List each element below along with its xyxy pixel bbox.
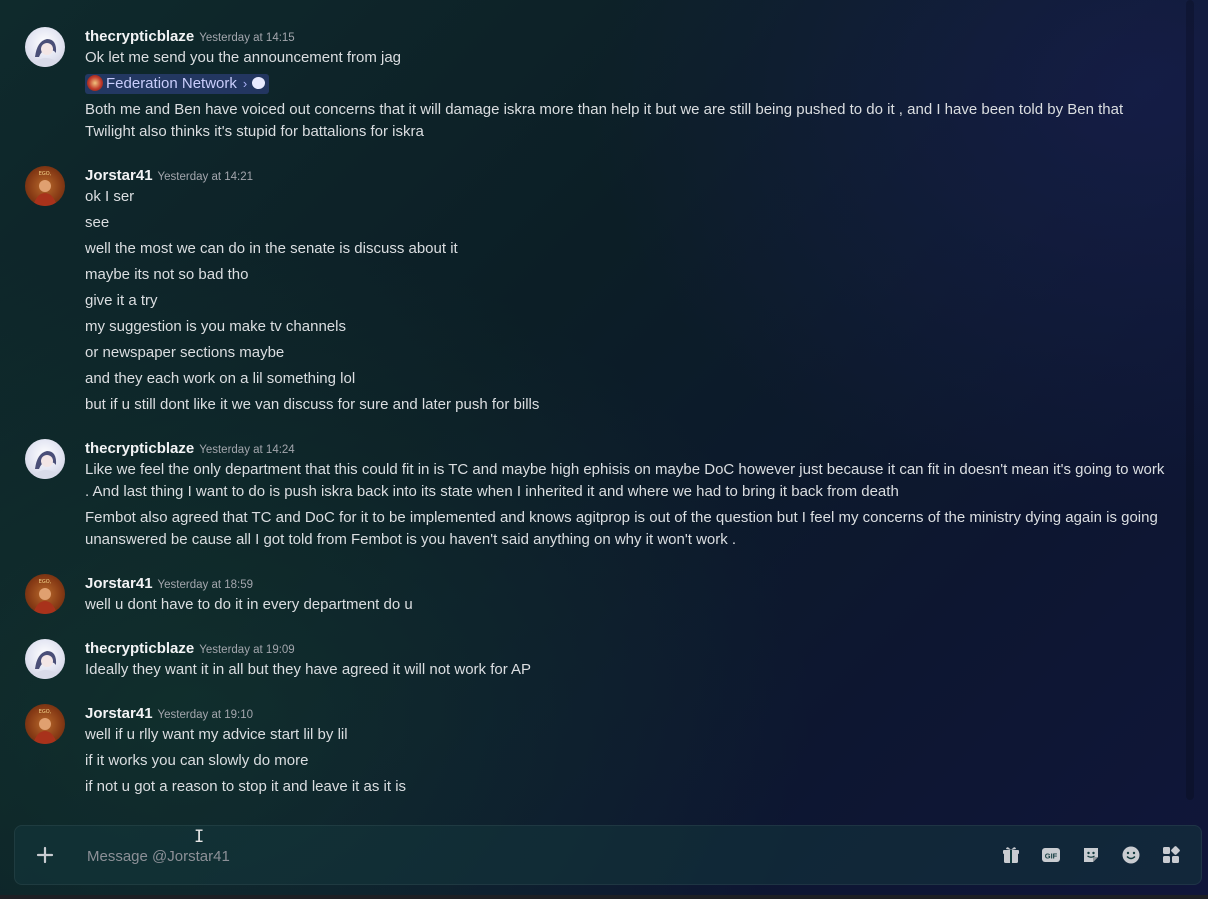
timestamp: Yesterday at 18:59 xyxy=(157,579,254,591)
avatar-illustration xyxy=(31,651,61,679)
avatar-illustration: EGO, xyxy=(33,579,57,614)
chevron-right-icon: › xyxy=(242,76,248,91)
message-input[interactable] xyxy=(85,840,989,872)
timestamp: Yesterday at 14:21 xyxy=(157,171,254,183)
message-header: Jorstar41 Yesterday at 18:59 xyxy=(85,574,253,594)
message-header: thecrypticblaze Yesterday at 14:24 xyxy=(85,439,295,459)
message-text: give it a try xyxy=(85,292,158,309)
avatar-illustration xyxy=(31,451,61,479)
message-list[interactable]: thecrypticblaze Yesterday at 14:15 Ok let… xyxy=(0,0,1196,820)
username[interactable]: Jorstar41 xyxy=(85,167,153,184)
thecrypticblaze-avatar[interactable] xyxy=(25,639,65,679)
apps-icon[interactable] xyxy=(1161,845,1181,865)
username[interactable]: thecrypticblaze xyxy=(85,640,194,657)
username[interactable]: Jorstar41 xyxy=(85,575,153,592)
svg-text:GIF: GIF xyxy=(1045,852,1058,861)
thecrypticblaze-avatar[interactable] xyxy=(25,439,65,479)
message-text: Ok let me send you the announcement from… xyxy=(85,49,402,66)
plus-circle-icon[interactable] xyxy=(33,843,57,867)
username[interactable]: thecrypticblaze xyxy=(85,28,194,45)
message-text: ok I ser xyxy=(85,188,135,205)
message-text: see xyxy=(85,214,110,231)
message-header: Jorstar41 Yesterday at 14:21 xyxy=(85,166,253,186)
message-text: well the most we can do in the senate is… xyxy=(85,240,458,257)
message-text: maybe its not so bad tho xyxy=(85,266,249,283)
text-cursor-icon: I xyxy=(194,827,205,847)
jorstar41-avatar[interactable]: EGO, xyxy=(25,574,65,614)
timestamp: Yesterday at 19:09 xyxy=(199,644,295,656)
window-bottom-edge xyxy=(0,895,1208,899)
avatar-illustration xyxy=(31,39,61,67)
message-text: my suggestion is you make tv channels xyxy=(85,318,346,335)
message-text: Fembot also agreed that TC and DoC for i… xyxy=(85,509,1158,548)
message-list-scrollbar[interactable] xyxy=(1186,0,1194,800)
username[interactable]: Jorstar41 xyxy=(85,705,153,722)
message-text: well if u rlly want my advice start lil … xyxy=(85,726,348,743)
message-text: and they each work on a lil something lo… xyxy=(85,370,356,387)
message-header: Jorstar41 Yesterday at 19:10 xyxy=(85,704,253,724)
message-text: Like we feel the only department that th… xyxy=(85,461,1165,500)
message-text: Ideally they want it in all but they hav… xyxy=(85,661,532,678)
svg-text:EGO,: EGO, xyxy=(39,171,52,177)
message-text: if not u got a reason to stop it and lea… xyxy=(85,778,407,795)
message-header: thecrypticblaze Yesterday at 14:15 xyxy=(85,27,295,47)
jorstar41-avatar[interactable]: EGO, xyxy=(25,704,65,744)
sticker-icon[interactable] xyxy=(1081,845,1101,865)
jorstar41-avatar[interactable]: EGO, xyxy=(25,166,65,206)
thread-bubble-icon xyxy=(252,77,266,89)
message-header: thecrypticblaze Yesterday at 19:09 xyxy=(85,639,295,659)
thecrypticblaze-avatar[interactable] xyxy=(25,27,65,67)
channel-link[interactable]: Federation Network › xyxy=(85,74,270,94)
emoji-icon[interactable] xyxy=(1121,845,1141,865)
timestamp: Yesterday at 14:24 xyxy=(199,444,295,456)
message-text: if it works you can slowly do more xyxy=(85,752,309,769)
channel-link-label: Federation Network xyxy=(106,75,237,92)
svg-text:EGO,: EGO, xyxy=(39,579,52,585)
message-text: or newspaper sections maybe xyxy=(85,344,285,361)
message-text: well u dont have to do it in every depar… xyxy=(85,596,413,613)
timestamp: Yesterday at 19:10 xyxy=(157,709,254,721)
avatar-illustration: EGO, xyxy=(33,709,57,744)
avatar-illustration: EGO, xyxy=(33,171,57,206)
message-text: but if u still dont like it we van discu… xyxy=(85,396,540,413)
message-text: Both me and Ben have voiced out concerns… xyxy=(85,101,1124,140)
gift-icon[interactable] xyxy=(1001,845,1021,865)
svg-text:EGO,: EGO, xyxy=(39,709,52,715)
username[interactable]: thecrypticblaze xyxy=(85,440,194,457)
message-composer: GIF xyxy=(14,825,1202,885)
gif-icon[interactable]: GIF xyxy=(1041,845,1061,865)
timestamp: Yesterday at 14:15 xyxy=(199,32,295,44)
server-icon xyxy=(87,75,103,91)
